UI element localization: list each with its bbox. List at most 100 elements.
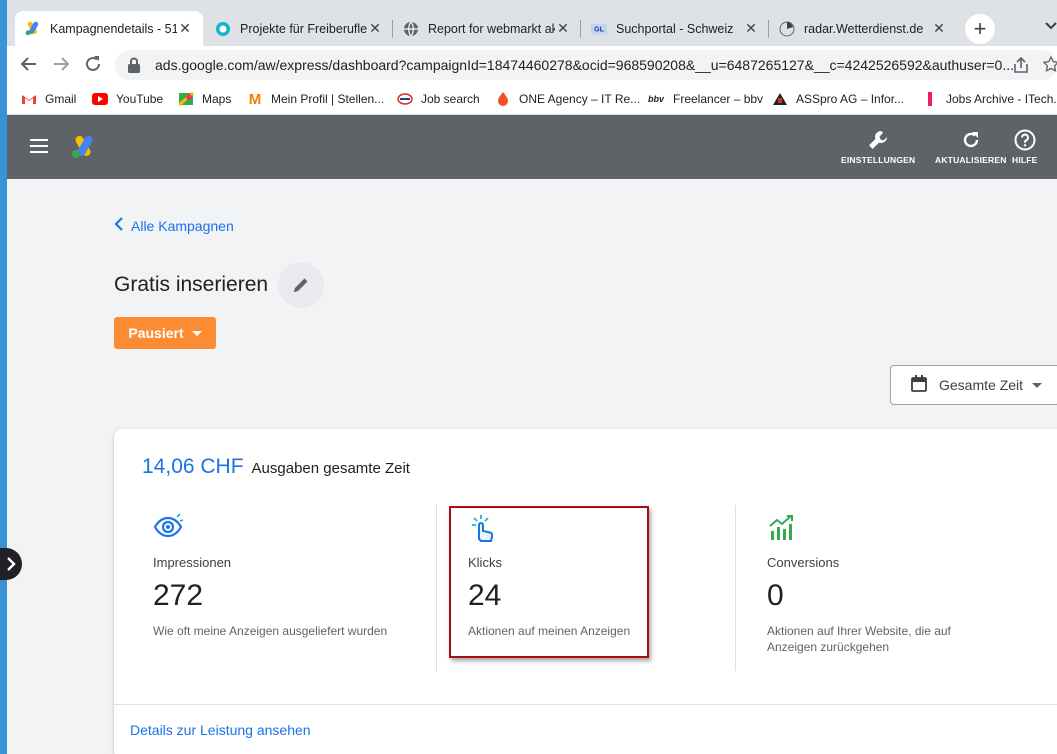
eye-icon [153, 513, 184, 543]
tab-report[interactable]: Report for webmarkt ak ✕ [393, 11, 581, 46]
metric-value: 272 [153, 579, 204, 612]
bookmark-label: Mein Profil | Stellen... [271, 92, 385, 106]
page-title: Gratis inserieren [114, 273, 269, 296]
chevron-right-icon [7, 557, 16, 571]
asspro-icon [772, 91, 788, 107]
calendar-icon [911, 375, 927, 395]
tab-title: Report for webmarkt ak [428, 21, 555, 36]
tab-projekte[interactable]: Projekte für Freiberufler ✕ [205, 11, 393, 46]
google-ads-icon [25, 21, 41, 37]
close-icon[interactable]: ✕ [743, 20, 759, 37]
svg-text:GL: GL [594, 25, 605, 33]
bookmark-asspro[interactable]: ASSpro AG – Infor... [772, 90, 904, 108]
maps-icon [178, 91, 194, 107]
performance-details-link[interactable]: Details zur Leistung ansehen [130, 722, 311, 738]
all-campaigns-link[interactable]: Alle Kampagnen [114, 215, 234, 236]
bookmark-label: Jobs Archive - ITech... [946, 92, 1057, 106]
bookmark-itech[interactable]: Jobs Archive - ITech... [922, 90, 1057, 108]
back-arrow-icon[interactable] [19, 55, 39, 77]
gmail-icon [21, 91, 37, 107]
date-range-label: Gesamte Zeit [939, 377, 1024, 393]
clicks-highlight-box [449, 506, 649, 658]
bookmark-gmail[interactable]: Gmail [21, 90, 76, 108]
metric-divider [735, 505, 736, 671]
bookmark-star-icon[interactable] [1042, 55, 1057, 76]
tab-suchportal[interactable]: GL Suchportal - Schweiz ✕ [581, 11, 769, 46]
ads-app-bar: EINSTELLUNGEN AKTUALISIEREN HILFE [7, 115, 1057, 179]
close-icon[interactable]: ✕ [555, 20, 571, 37]
address-bar[interactable]: ads.google.com/aw/express/dashboard?camp… [115, 50, 1057, 80]
metric-conversions: Conversions 0 Aktionen auf Ihrer Website… [767, 513, 1037, 655]
date-range-selector[interactable]: Gesamte Zeit [890, 365, 1057, 405]
edit-title-button[interactable] [278, 262, 324, 308]
bookmark-bbv[interactable]: bbv Freelancer – bbv [647, 90, 763, 108]
metric-value: 0 [767, 579, 784, 612]
bookmark-youtube[interactable]: YouTube [92, 90, 163, 108]
campaign-page: Alle Kampagnen Gratis inserieren Pausier… [7, 179, 1057, 754]
itech-icon [922, 91, 938, 107]
reload-icon[interactable] [83, 55, 103, 77]
bookmark-one-agency[interactable]: ONE Agency – IT Re... [495, 90, 640, 108]
close-icon[interactable]: ✕ [177, 20, 193, 37]
wrench-icon [867, 127, 889, 153]
bbv-icon: bbv [647, 94, 664, 104]
bookmark-label: Maps [202, 92, 232, 106]
tab-title: Projekte für Freiberufler [240, 21, 367, 36]
portal-icon: GL [591, 21, 607, 37]
tab-strip: Kampagnendetails - 51 ✕ Projekte für Fre… [7, 0, 1057, 46]
tab-kampagnendetails[interactable]: Kampagnendetails - 51 ✕ [15, 11, 203, 46]
m-icon: M [248, 90, 262, 108]
metric-divider [436, 505, 437, 671]
settings-label: EINSTELLUNGEN [841, 155, 916, 165]
card-divider [114, 704, 1057, 705]
caret-down-icon [1032, 382, 1043, 388]
metric-impressions: Impressionen 272 Wie oft meine Anzeigen … [153, 513, 423, 639]
browser-toolbar: ads.google.com/aw/express/dashboard?camp… [7, 46, 1057, 84]
radar-icon [779, 21, 795, 37]
lock-icon [128, 57, 140, 73]
jobsearch-icon [397, 91, 413, 107]
bookmark-label: ASSpro AG – Infor... [796, 92, 905, 106]
help-button[interactable]: HILFE [1012, 127, 1038, 165]
chart-up-icon [767, 513, 797, 543]
spend-amount: 14,06 CHF [142, 455, 244, 478]
chevron-down-icon[interactable] [1044, 18, 1057, 34]
bookmarks-bar: Gmail YouTube Maps M Mein Profil | Stell… [7, 84, 1057, 115]
google-ads-logo[interactable] [71, 135, 97, 159]
metric-label: Conversions [767, 555, 840, 570]
tab-title: Kampagnendetails - 51 [50, 21, 177, 36]
pencil-icon [294, 278, 308, 292]
bookmark-label: Job search [421, 92, 480, 106]
bookmark-label: YouTube [116, 92, 164, 106]
bookmark-label: ONE Agency – IT Re... [519, 92, 641, 106]
tab-radar[interactable]: radar.Wetterdienst.de ✕ [769, 11, 957, 46]
caret-down-icon [191, 330, 202, 336]
url-text: ads.google.com/aw/express/dashboard?camp… [155, 57, 1014, 73]
tab-title: radar.Wetterdienst.de [804, 21, 924, 36]
close-icon[interactable]: ✕ [367, 20, 383, 37]
metric-description: Wie oft meine Anzeigen ausgeliefert wurd… [153, 624, 388, 638]
bookmark-job-search[interactable]: Job search [397, 90, 480, 108]
new-tab-button[interactable]: + [965, 14, 995, 44]
settings-button[interactable]: EINSTELLUNGEN [841, 127, 915, 165]
all-campaigns-label: Alle Kampagnen [131, 217, 234, 234]
performance-summary-card: 14,06 CHF Ausgaben gesamte Zeit Impressi… [114, 429, 1057, 754]
help-icon [1014, 127, 1036, 153]
bookmark-mein-profil[interactable]: M Mein Profil | Stellen... [247, 90, 384, 108]
window-edge-strip [0, 0, 7, 754]
hamburger-menu-icon[interactable] [30, 139, 48, 153]
freelance-icon [215, 21, 231, 37]
share-icon[interactable] [1012, 56, 1030, 78]
refresh-button[interactable]: AKTUALISIEREN [935, 127, 1007, 165]
bookmark-maps[interactable]: Maps [178, 90, 231, 108]
status-dropdown[interactable]: Pausiert [114, 317, 216, 349]
youtube-icon [92, 91, 108, 107]
chevron-left-icon [114, 215, 124, 236]
status-label: Pausiert [128, 325, 184, 341]
spend-label: Ausgaben gesamte Zeit [251, 460, 410, 477]
bookmark-label: Gmail [45, 92, 77, 106]
metric-description: Aktionen auf Ihrer Website, die auf Anze… [767, 624, 951, 654]
forward-arrow-icon[interactable] [51, 55, 71, 77]
one-agency-icon [495, 91, 511, 107]
close-icon[interactable]: ✕ [931, 20, 947, 37]
